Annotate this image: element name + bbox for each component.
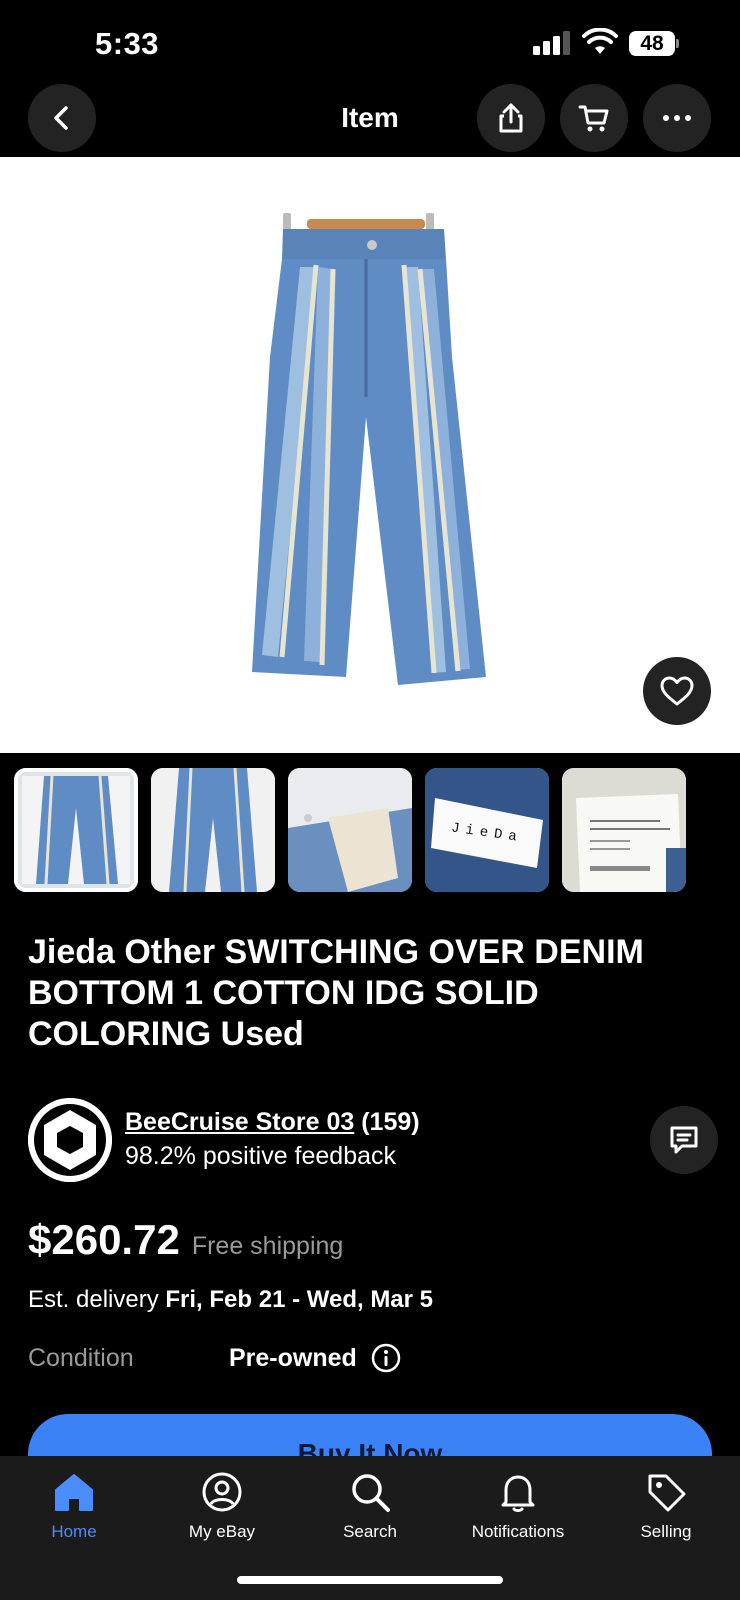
tab-search[interactable]: Search — [296, 1470, 444, 1570]
thumbnail-4[interactable]: JieDa — [425, 768, 549, 892]
cart-icon — [578, 105, 609, 132]
item-price: $260.72 — [28, 1216, 180, 1263]
tab-label: Home — [51, 1522, 97, 1541]
thumbnail-image — [288, 768, 412, 892]
home-indicator[interactable] — [237, 1576, 503, 1584]
seller-name-link[interactable]: BeeCruise Store 03 — [125, 1108, 354, 1136]
seller-name-row: BeeCruise Store 03 (159) — [125, 1108, 420, 1137]
delivery-label: Est. delivery — [28, 1286, 159, 1313]
favorite-button[interactable] — [643, 657, 711, 725]
battery-icon: 48 — [629, 31, 679, 56]
top-navigation: Item — [0, 84, 740, 156]
shipping-text: Free shipping — [191, 1232, 344, 1260]
search-icon — [352, 1474, 390, 1512]
heart-icon — [660, 676, 694, 706]
thumbnail-3[interactable] — [288, 768, 412, 892]
condition-value: Pre-owned — [229, 1344, 357, 1372]
cart-button[interactable] — [560, 84, 628, 152]
tab-label: My eBay — [188, 1522, 256, 1541]
seller-avatar[interactable] — [28, 1098, 112, 1182]
tab-notifications[interactable]: Notifications — [444, 1470, 592, 1570]
page-title: Item — [341, 102, 399, 133]
user-icon — [202, 1472, 242, 1512]
thumbnail-image — [562, 768, 686, 892]
share-icon — [499, 103, 523, 133]
more-options-button[interactable] — [643, 84, 711, 152]
seller-info: BeeCruise Store 03 (159) 98.2% positive … — [28, 1098, 718, 1182]
status-time: 5:33 — [95, 26, 160, 61]
thumbnail-image — [22, 775, 130, 885]
item-title: Jieda Other SWITCHING OVER DENIM BOTTOM … — [28, 933, 644, 1053]
chat-icon — [670, 1126, 698, 1154]
more-icon — [663, 115, 691, 121]
bell-icon — [501, 1475, 535, 1512]
condition-label: Condition — [28, 1344, 134, 1372]
tab-my-ebay[interactable]: My eBay — [148, 1470, 296, 1570]
thumbnail-image: JieDa — [425, 768, 549, 892]
condition-row: Condition Pre-owned — [28, 1342, 718, 1378]
tab-label: Notifications — [471, 1522, 565, 1541]
tab-label: Search — [343, 1522, 397, 1541]
cellular-signal-icon — [533, 31, 571, 55]
hexagon-logo-icon — [28, 1098, 112, 1182]
tab-label: Selling — [640, 1522, 692, 1541]
seller-feedback: 98.2% positive feedback — [125, 1142, 397, 1170]
tab-home[interactable]: Home — [0, 1470, 148, 1570]
info-icon[interactable] — [370, 1342, 402, 1374]
home-icon — [55, 1474, 93, 1511]
seller-feedback-count: (159) — [361, 1108, 420, 1136]
battery-level: 48 — [629, 31, 675, 56]
message-seller-button[interactable] — [650, 1106, 718, 1174]
estimated-delivery: Est. delivery Fri, Feb 21 - Wed, Mar 5 — [28, 1286, 433, 1314]
tab-selling[interactable]: Selling — [592, 1470, 740, 1570]
product-image[interactable] — [0, 157, 740, 753]
delivery-dates: Fri, Feb 21 - Wed, Mar 5 — [165, 1286, 434, 1313]
jeans-image — [252, 213, 486, 685]
thumbnail-2[interactable] — [151, 768, 275, 892]
image-thumbnails: JieDa — [14, 768, 740, 892]
thumbnail-1[interactable] — [14, 768, 138, 892]
status-bar: 5:33 48 — [0, 0, 740, 80]
price-row: $260.72 Free shipping — [28, 1216, 343, 1266]
tag-icon — [648, 1474, 686, 1512]
share-button[interactable] — [477, 84, 545, 152]
wifi-icon — [582, 28, 618, 54]
thumbnail-5[interactable] — [562, 768, 686, 892]
thumbnail-image — [151, 768, 275, 892]
